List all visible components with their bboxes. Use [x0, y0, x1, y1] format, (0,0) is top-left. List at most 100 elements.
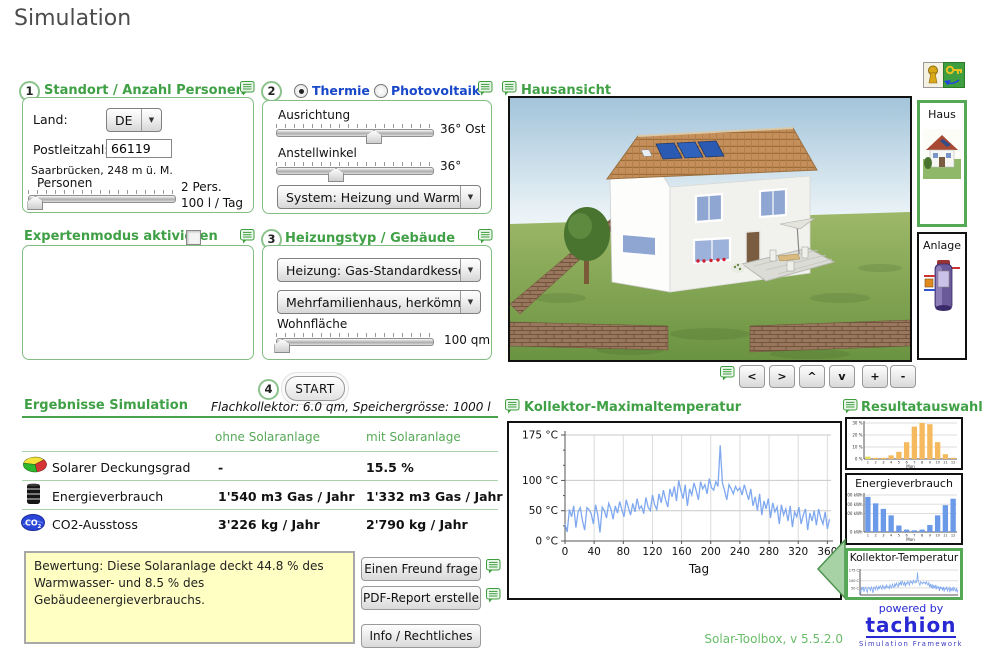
slider-track	[28, 195, 176, 203]
anstellwinkel-slider[interactable]	[276, 162, 434, 175]
svg-text:2'000 kWh: 2'000 kWh	[847, 493, 863, 498]
kollektor-box: Ausrichtung 36° Ost Anstellwinkel 36° Sy…	[262, 100, 492, 214]
anstellwinkel-value: 36°	[440, 159, 461, 173]
results-subtitle: Flachkollektor: 6.0 qm, Speichergrösse: …	[211, 400, 491, 414]
svg-text:240: 240	[730, 546, 750, 558]
svg-text:4: 4	[890, 461, 893, 465]
gebaeude-dropdown-value: Mehrfamilienhaus, herkömmlic	[278, 295, 460, 310]
zoom-out-button[interactable]: -	[890, 365, 916, 388]
thumbnail-kollektor-temperatur[interactable]: Kollektor-Temperatur 175 C100 C50 C	[845, 548, 963, 600]
view-tab-anlage[interactable]: Anlage	[917, 232, 967, 360]
anlage-tab-label: Anlage	[919, 239, 965, 252]
rotate-right-button[interactable]: >	[769, 365, 795, 388]
simulation-page: Simulation 1 Standort / Anzahl Personen …	[0, 0, 1004, 672]
rotate-down-button[interactable]: v	[829, 365, 855, 388]
zoom-in-button[interactable]: +	[862, 365, 888, 388]
svg-text:3: 3	[882, 534, 884, 538]
svg-text:1: 1	[867, 461, 869, 465]
tachion-logo: tachion	[866, 615, 957, 638]
slider-ticks	[276, 162, 434, 166]
view-tab-haus[interactable]: Haus	[917, 100, 967, 227]
land-dropdown[interactable]: DE	[106, 108, 162, 132]
svg-text:Tag: Tag	[688, 562, 709, 576]
svg-text:3: 3	[882, 461, 884, 465]
comment-icon[interactable]	[240, 81, 255, 96]
svg-text:20 %: 20 %	[852, 433, 862, 438]
svg-text:160: 160	[672, 546, 692, 558]
comment-icon[interactable]	[478, 229, 493, 244]
svg-text:120: 120	[642, 546, 662, 558]
start-button[interactable]: START	[285, 376, 345, 401]
gebaeude-dropdown[interactable]: Mehrfamilienhaus, herkömmlic	[277, 290, 481, 314]
pdf-report-button[interactable]: PDF-Report erstelle	[361, 586, 481, 610]
heizung-box: Heizung: Gas-Standardkessel Mehrfamilien…	[262, 245, 492, 360]
land-value: DE	[107, 113, 141, 128]
radio-thermie[interactable]	[294, 84, 308, 98]
comment-icon[interactable]	[486, 588, 501, 603]
svg-text:0: 0	[562, 546, 569, 558]
results-underline	[22, 416, 498, 418]
chevron-down-icon	[460, 259, 480, 281]
plz-input[interactable]	[106, 139, 172, 158]
svg-text:5: 5	[898, 461, 900, 465]
system-dropdown[interactable]: System: Heizung und Warmwas	[277, 185, 481, 209]
svg-text:10: 10	[935, 461, 940, 465]
expert-mode-box	[22, 245, 254, 360]
svg-text:280: 280	[759, 546, 779, 558]
wohnflaeche-slider[interactable]	[276, 333, 434, 346]
col-without-header: ohne Solaranlage	[215, 430, 320, 444]
svg-text:4: 4	[890, 534, 893, 538]
svg-text:8: 8	[921, 534, 924, 538]
section3-title: Heizungstyp / Gebäude	[285, 231, 455, 246]
ausrichtung-slider[interactable]	[276, 124, 434, 137]
radio-photovoltaik-label[interactable]: Photovoltaik	[391, 83, 480, 98]
svg-text:11: 11	[943, 534, 948, 538]
thumbnail-deckungsgrad[interactable]: 30 %20 %10 %0 %123456789101112Mon	[845, 417, 963, 470]
heizung-dropdown-value: Heizung: Gas-Standardkessel	[278, 263, 460, 278]
powered-by-block[interactable]: powered by tachion Simulation Framework	[858, 602, 964, 648]
resultatauswahl-title: Resultatauswahl	[861, 400, 983, 415]
svg-text:10 %: 10 %	[852, 445, 862, 450]
thumbnail-title: Kollektor-Temperatur	[848, 551, 960, 566]
row-divider	[22, 480, 498, 481]
thumbnail-energieverbrauch[interactable]: Energieverbrauch 2'000 kWh1'500 kWh1'000…	[845, 473, 963, 545]
house-3d-view[interactable]	[508, 96, 912, 362]
svg-text:175 C: 175 C	[849, 569, 860, 573]
kollektor-temp-mini-chart: 175 C100 C50 C	[848, 566, 960, 596]
radio-photovoltaik[interactable]	[374, 84, 388, 98]
expert-mode-checkbox[interactable]	[186, 230, 201, 245]
comment-icon[interactable]	[720, 366, 735, 381]
rotate-left-button[interactable]: <	[739, 365, 765, 388]
heizung-dropdown[interactable]: Heizung: Gas-Standardkessel	[277, 258, 481, 282]
svg-text:200: 200	[701, 546, 721, 558]
svg-text:0 °C: 0 °C	[535, 536, 558, 548]
comment-icon[interactable]	[240, 229, 255, 244]
row-label: Energieverbrauch	[52, 489, 163, 504]
radio-thermie-label[interactable]: Thermie	[312, 83, 370, 98]
kollektor-chart-panel: 040801201602002402803203600 °C50 °C100 °…	[507, 421, 842, 600]
svg-text:8: 8	[921, 461, 924, 465]
ausrichtung-value: 36° Ost	[440, 122, 486, 136]
login-key-icon[interactable]	[923, 62, 965, 92]
svg-text:100 °C: 100 °C	[522, 475, 558, 487]
svg-text:12: 12	[951, 534, 956, 538]
row-divider	[22, 509, 498, 510]
svg-text:2: 2	[874, 461, 876, 465]
svg-text:2: 2	[874, 534, 876, 538]
comment-icon[interactable]	[502, 81, 517, 96]
results-title: Ergebnisse Simulation	[24, 398, 188, 413]
tachion-sub-label: Simulation Framework	[858, 640, 964, 648]
personen-label: Personen	[35, 176, 94, 190]
rotate-up-button[interactable]: ^	[799, 365, 825, 388]
info-legal-button[interactable]: Info / Rechtliches	[361, 624, 481, 648]
ask-friend-button[interactable]: Einen Freund frage	[361, 557, 481, 581]
comment-icon[interactable]	[843, 399, 858, 414]
svg-text:CO: CO	[25, 519, 38, 528]
comment-icon[interactable]	[505, 399, 520, 414]
row-value-without: 1'540 m3 Gas / Jahr	[218, 489, 355, 504]
personen-slider[interactable]	[28, 190, 176, 203]
row-value-without: -	[218, 460, 223, 475]
comment-icon[interactable]	[486, 559, 501, 574]
svg-text:0 %: 0 %	[855, 457, 863, 462]
comment-icon[interactable]	[478, 81, 493, 96]
